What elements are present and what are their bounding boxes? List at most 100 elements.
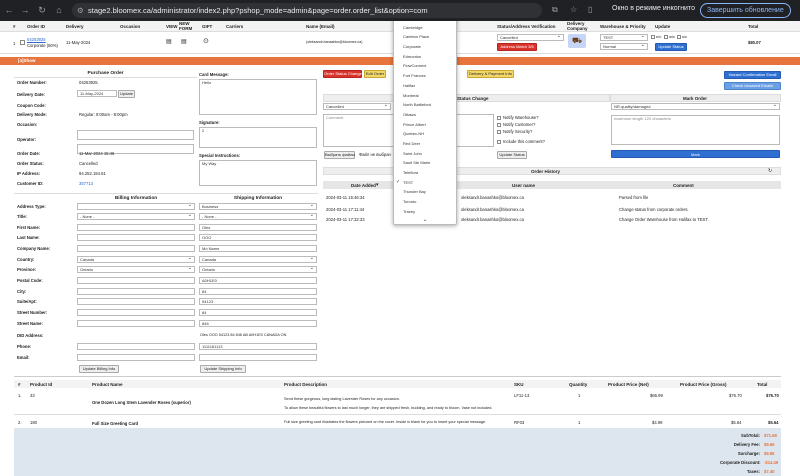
order-id-link[interactable]: 04253925 [27,37,46,42]
gift-icon[interactable]: ⊙ [203,37,209,45]
home-icon[interactable]: ⌂ [54,5,64,15]
shipping-field[interactable]: 1111181113 [199,343,317,350]
row-checkbox[interactable] [20,40,25,45]
shipping-field[interactable]: A0H1E0 [199,277,317,284]
customer-id-link[interactable]: 357713 [79,181,93,186]
update-shipping-button[interactable]: Update Shipping Info [200,365,246,373]
history-col-date[interactable]: Date Added [351,183,376,188]
delivery-date-update-button[interactable]: Update [118,90,135,98]
shipping-field[interactable]: 54123 [199,298,317,305]
billing-field[interactable] [77,298,195,305]
address-bar[interactable]: ⚙ stage2.bloomex.ca/administrator/index2… [72,3,542,18]
section-title[interactable]: [4]Show [18,58,36,63]
nc-checkbox[interactable] [651,35,655,39]
dropdown-option[interactable]: Toronto [394,197,456,207]
view-icon[interactable]: ▤ [166,38,172,45]
split-view-icon[interactable]: ▯ [588,5,592,14]
update-status-button[interactable]: Update Status [497,151,527,159]
dropdown-option[interactable]: Corporate [394,42,456,52]
address-match-button[interactable]: Address Match 3/6 [497,43,537,51]
tab-order-status-change[interactable]: Order Status Change [323,70,362,78]
incognito-label[interactable]: Окно в режиме инкогнито [612,5,695,12]
dropdown-option[interactable]: Saint John [394,149,456,159]
billing-field[interactable] [77,320,195,327]
shipping-field[interactable]: - None - [199,213,317,220]
priority-select[interactable]: Normal [600,43,648,50]
mark-order-textarea[interactable]: maximum length 120 characters [611,115,780,145]
dropdown-option[interactable]: Quebec-NH [394,129,456,139]
billing-field[interactable] [77,245,195,252]
shipping-field[interactable]: Canada [199,256,317,263]
include-comment-checkbox[interactable] [497,140,501,144]
warehouse-select[interactable]: TEST [600,34,648,41]
shipping-field[interactable] [199,354,317,361]
dropdown-option[interactable]: Carleton Place [394,32,456,42]
hazard-email-button[interactable]: Hazard Confirmation Email [724,71,781,79]
forward-icon[interactable]: → [20,5,30,15]
shipping-field[interactable]: Mo Name [199,245,317,252]
back-icon[interactable]: ← [4,5,14,15]
dropdown-option[interactable]: North Battleford [394,100,456,110]
shipping-field[interactable]: 84 [199,309,317,316]
billing-field[interactable] [77,354,195,361]
dropdown-option[interactable]: Edmonton [394,52,456,62]
billing-field[interactable] [77,343,195,350]
row-update-status-button[interactable]: Update Status [655,43,687,51]
shipping-field[interactable]: 84 [199,288,317,295]
refresh-icon[interactable]: ↻ [768,168,772,174]
dropdown-option[interactable]: Cambridge [394,23,456,33]
billing-field[interactable]: - None - [77,213,195,220]
dropdown-option[interactable]: Teleflora [394,168,456,178]
dropdown-option[interactable]: Sault Ste Marie [394,158,456,168]
occasion-field[interactable] [77,130,194,140]
dropdown-option[interactable]: Prince Albert [394,120,456,130]
update-billing-button[interactable]: Update Billing Info [79,365,119,373]
sc-checkbox[interactable] [677,35,681,39]
dropdown-option[interactable]: Montreal [394,91,456,101]
bookmark-star-icon[interactable]: ☆ [570,5,577,14]
billing-field[interactable] [77,234,195,241]
order-status-select[interactable]: Cancelled [497,34,564,41]
new-form-icon[interactable]: ▤ [181,38,187,45]
dropdown-option[interactable]: Tracey [394,207,456,217]
shipping-field[interactable]: Oles [199,224,317,231]
notify-warehouse-checkbox[interactable] [497,116,501,120]
billing-field[interactable]: Canada [77,256,195,263]
notify-security-checkbox[interactable] [497,130,501,134]
billing-field[interactable] [77,224,195,231]
wc-checkbox[interactable] [664,35,668,39]
choose-file-button[interactable]: Выбрать файлы [324,151,355,159]
dropdown-option[interactable]: ✓ TEST [394,178,456,188]
dropdown-option[interactable]: Ottawa [394,110,456,120]
billing-field[interactable] [77,203,195,210]
browser-update-button[interactable]: Завершить обновление [700,3,791,18]
shipping-field[interactable]: 846 [199,320,317,327]
shipping-field[interactable]: OOO [199,234,317,241]
sort-down-icon[interactable]: ▾ [376,182,379,188]
unsaved-emails-button[interactable]: Check Unsaved Emails [724,82,781,90]
signature-textarea[interactable]: 2 [199,127,317,148]
billing-field[interactable] [77,309,195,316]
mark-order-select[interactable]: NR-quality/damaged [611,103,780,110]
billing-field[interactable]: Ontario [77,266,195,273]
dropdown-option[interactable]: Red Deer [394,139,456,149]
special-instructions-textarea[interactable]: My Way [199,160,317,186]
dropdown-option[interactable]: Halifax [394,81,456,91]
tab-delivery-payment[interactable]: Delivery & Payment Info [467,70,514,78]
site-info-icon[interactable]: ⚙ [77,3,84,18]
card-message-textarea[interactable]: Hello [199,79,317,115]
dropdown-option[interactable]: Thunder Bay [394,187,456,197]
mark-button[interactable]: Mark [611,150,780,158]
billing-field[interactable] [77,277,195,284]
billing-field[interactable] [77,288,195,295]
tab-edit-order[interactable]: Edit Order [364,70,386,78]
warehouse-dropdown-list[interactable]: CalgaryCambridgeCarleton PlaceCorporateE… [393,21,457,225]
notify-customer-checkbox[interactable] [497,123,501,127]
reload-icon[interactable]: ↻ [37,5,47,16]
dropdown-option[interactable]: Fort Frances [394,71,456,81]
dropdown-option[interactable]: FlowConnect [394,61,456,71]
shipping-field[interactable]: Business [199,203,317,210]
delivery-date-input[interactable]: 11-May-2024 [77,90,117,97]
dropdown-scroll-down-icon[interactable]: ⌄ [394,216,456,224]
status-change-select[interactable]: Cancelled [323,103,391,110]
